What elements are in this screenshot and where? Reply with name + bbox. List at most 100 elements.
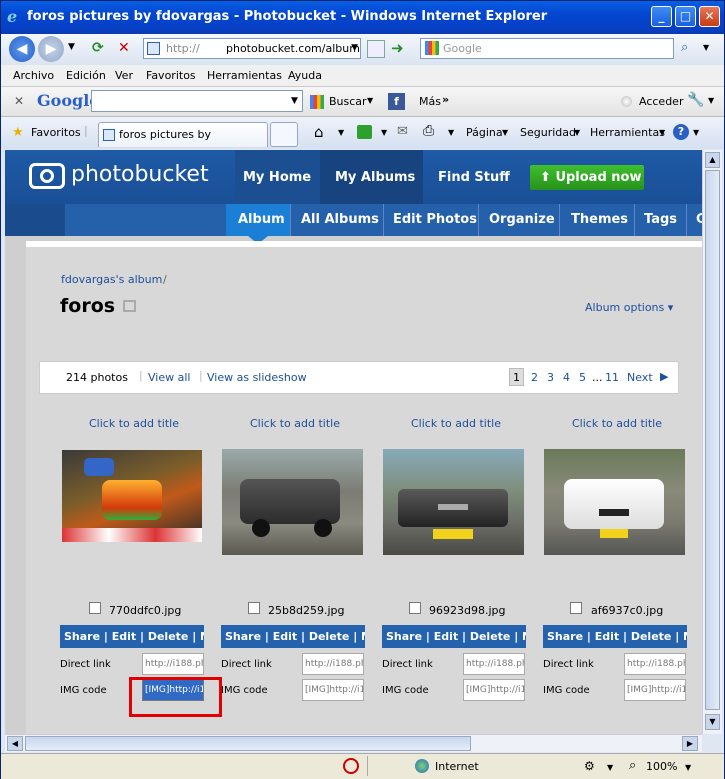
home-icon[interactable]: ⌂	[314, 123, 324, 141]
acceder-button[interactable]: Acceder	[639, 95, 683, 108]
scroll-thumb[interactable]	[705, 170, 720, 710]
mas-button[interactable]: Más	[419, 95, 441, 108]
chevron-down-icon[interactable]: ▼	[367, 96, 373, 105]
photo-thumbnail[interactable]	[222, 449, 363, 555]
scroll-up-icon[interactable]: ▲	[705, 152, 720, 168]
photo-title[interactable]: Click to add title	[411, 417, 501, 430]
chevron-down-icon[interactable]: ▼	[693, 128, 699, 137]
photo-title[interactable]: Click to add title	[250, 417, 340, 430]
photo-title[interactable]: Click to add title	[572, 417, 662, 430]
scroll-left-icon[interactable]: ◀	[7, 736, 23, 751]
album-options-menu[interactable]: Album options ▾	[585, 301, 673, 314]
stop-icon[interactable]: ✕	[118, 40, 138, 58]
lock-icon[interactable]	[123, 300, 136, 312]
menu-herramientas[interactable]: Herramientas	[207, 69, 282, 82]
photo-thumbnail[interactable]	[383, 449, 524, 555]
chevron-down-icon[interactable]: ▼	[381, 128, 387, 137]
feeds-icon[interactable]	[357, 125, 372, 139]
photo-actions[interactable]: Share | Edit | Delete | Move	[221, 625, 365, 648]
chevron-down-icon[interactable]: ▼	[659, 128, 665, 137]
vertical-scrollbar[interactable]: ▲ ▼	[702, 150, 722, 734]
protected-mode-icon[interactable]: ⚙	[584, 759, 595, 773]
seguridad-menu[interactable]: Seguridad	[520, 126, 576, 139]
page-4[interactable]: 4	[563, 371, 570, 384]
menu-archivo[interactable]: Archivo	[13, 69, 54, 82]
chevron-down-icon[interactable]: ▼	[338, 128, 344, 137]
photobucket-logo[interactable]: photobucket	[71, 162, 209, 187]
zoom-level[interactable]: 100%	[646, 760, 677, 773]
wrench-icon[interactable]: 🔧	[687, 92, 704, 108]
herramientas-menu[interactable]: Herramientas	[590, 126, 665, 139]
zoom-icon[interactable]: ⌕	[629, 758, 636, 773]
next-link[interactable]: Next	[627, 371, 653, 384]
minimize-button[interactable]: _	[651, 6, 672, 27]
page-1[interactable]: 1	[513, 371, 520, 384]
menu-favoritos[interactable]: Favoritos	[146, 69, 196, 82]
direct-link-field[interactable]: http://i188.photobucket	[142, 653, 204, 675]
scroll-thumb[interactable]	[25, 736, 471, 751]
chevron-down-icon[interactable]: ▼	[502, 128, 508, 137]
chevron-down-icon[interactable]: ▼	[291, 96, 298, 106]
chevron-down-icon[interactable]: ▼	[607, 763, 613, 772]
back-button[interactable]: ◀	[9, 36, 35, 62]
photo-title[interactable]: Click to add title	[89, 417, 179, 430]
facebook-icon[interactable]: f	[388, 93, 405, 110]
search-options-icon[interactable]: ▼	[703, 43, 709, 52]
page-3[interactable]: 3	[547, 371, 554, 384]
tab-themes[interactable]: Themes	[571, 212, 628, 227]
horizontal-scrollbar[interactable]: ◀ ▶	[5, 734, 702, 752]
new-tab-button[interactable]	[270, 122, 298, 147]
buscar-button[interactable]: Buscar	[329, 95, 367, 108]
view-all-link[interactable]: View all	[148, 371, 190, 384]
page-5[interactable]: 5	[579, 371, 586, 384]
print-icon[interactable]: ⎙	[423, 123, 434, 139]
chevron-down-icon[interactable]: ▼	[685, 763, 691, 772]
photo-actions[interactable]: Share | Edit | Delete | Move	[382, 625, 526, 648]
tab-active[interactable]: foros pictures by fdovarga...	[98, 122, 268, 164]
menu-ayuda[interactable]: Ayuda	[288, 69, 322, 82]
tab-tags[interactable]: Tags	[644, 212, 677, 227]
img-code-field[interactable]: [IMG]http://i188.photo	[302, 679, 364, 701]
forward-button[interactable]: ▶	[38, 36, 64, 62]
scroll-down-icon[interactable]: ▼	[705, 714, 720, 730]
nav-my-home[interactable]: My Home	[243, 170, 311, 185]
photo-actions[interactable]: Share | Edit | Delete | Move	[60, 625, 204, 648]
menu-ver[interactable]: Ver	[115, 69, 133, 82]
nav-my-albums[interactable]: My Albums	[335, 170, 415, 185]
breadcrumb[interactable]: fdovargas's album	[61, 273, 162, 286]
chevron-down-icon[interactable]: ▼	[448, 128, 454, 137]
photo-actions[interactable]: Share | Edit | Delete | Move	[543, 625, 687, 648]
go-icon[interactable]: ➜	[391, 39, 404, 57]
chevron-down-icon[interactable]: ▼	[574, 128, 580, 137]
page-11[interactable]: 11	[605, 371, 619, 384]
photo-checkbox[interactable]	[248, 602, 260, 614]
search-icon[interactable]: ⌕	[681, 40, 688, 55]
close-button[interactable]: ✕	[699, 6, 720, 27]
next-arrow-icon[interactable]: ▶	[660, 370, 668, 383]
tab-organize[interactable]: Organize	[489, 212, 555, 227]
mail-icon[interactable]: ✉	[397, 124, 408, 139]
tab-edit-photos[interactable]: Edit Photos	[393, 212, 477, 227]
photo-checkbox[interactable]	[409, 602, 421, 614]
privacy-icon[interactable]	[343, 758, 359, 774]
compatibility-icon[interactable]	[367, 40, 385, 58]
img-code-field[interactable]: [IMG]http://i188.photo	[463, 679, 525, 701]
photo-checkbox[interactable]	[89, 602, 101, 614]
address-bar[interactable]: http:// photobucket.com/album ▼	[143, 38, 361, 59]
pagina-menu[interactable]: Página	[466, 126, 503, 139]
page-2[interactable]: 2	[531, 371, 538, 384]
direct-link-field[interactable]: http://i188.photobucket	[624, 653, 686, 675]
direct-link-field[interactable]: http://i188.photobucket	[302, 653, 364, 675]
upload-button[interactable]: ⬆ Upload now	[530, 165, 644, 190]
direct-link-field[interactable]: http://i188.photobucket	[463, 653, 525, 675]
photo-thumbnail[interactable]	[62, 450, 202, 542]
close-toolbar-icon[interactable]: ✕	[14, 94, 24, 108]
tab-all-albums[interactable]: All Albums	[301, 212, 379, 227]
scroll-right-icon[interactable]: ▶	[682, 736, 698, 751]
photo-checkbox[interactable]	[570, 602, 582, 614]
history-dropdown-icon[interactable]: ▼	[68, 42, 75, 52]
maximize-button[interactable]: □	[675, 6, 696, 27]
refresh-icon[interactable]: ⟳	[92, 40, 112, 58]
favoritos-button[interactable]: Favoritos	[31, 126, 81, 139]
nav-find-stuff[interactable]: Find Stuff	[438, 170, 510, 185]
